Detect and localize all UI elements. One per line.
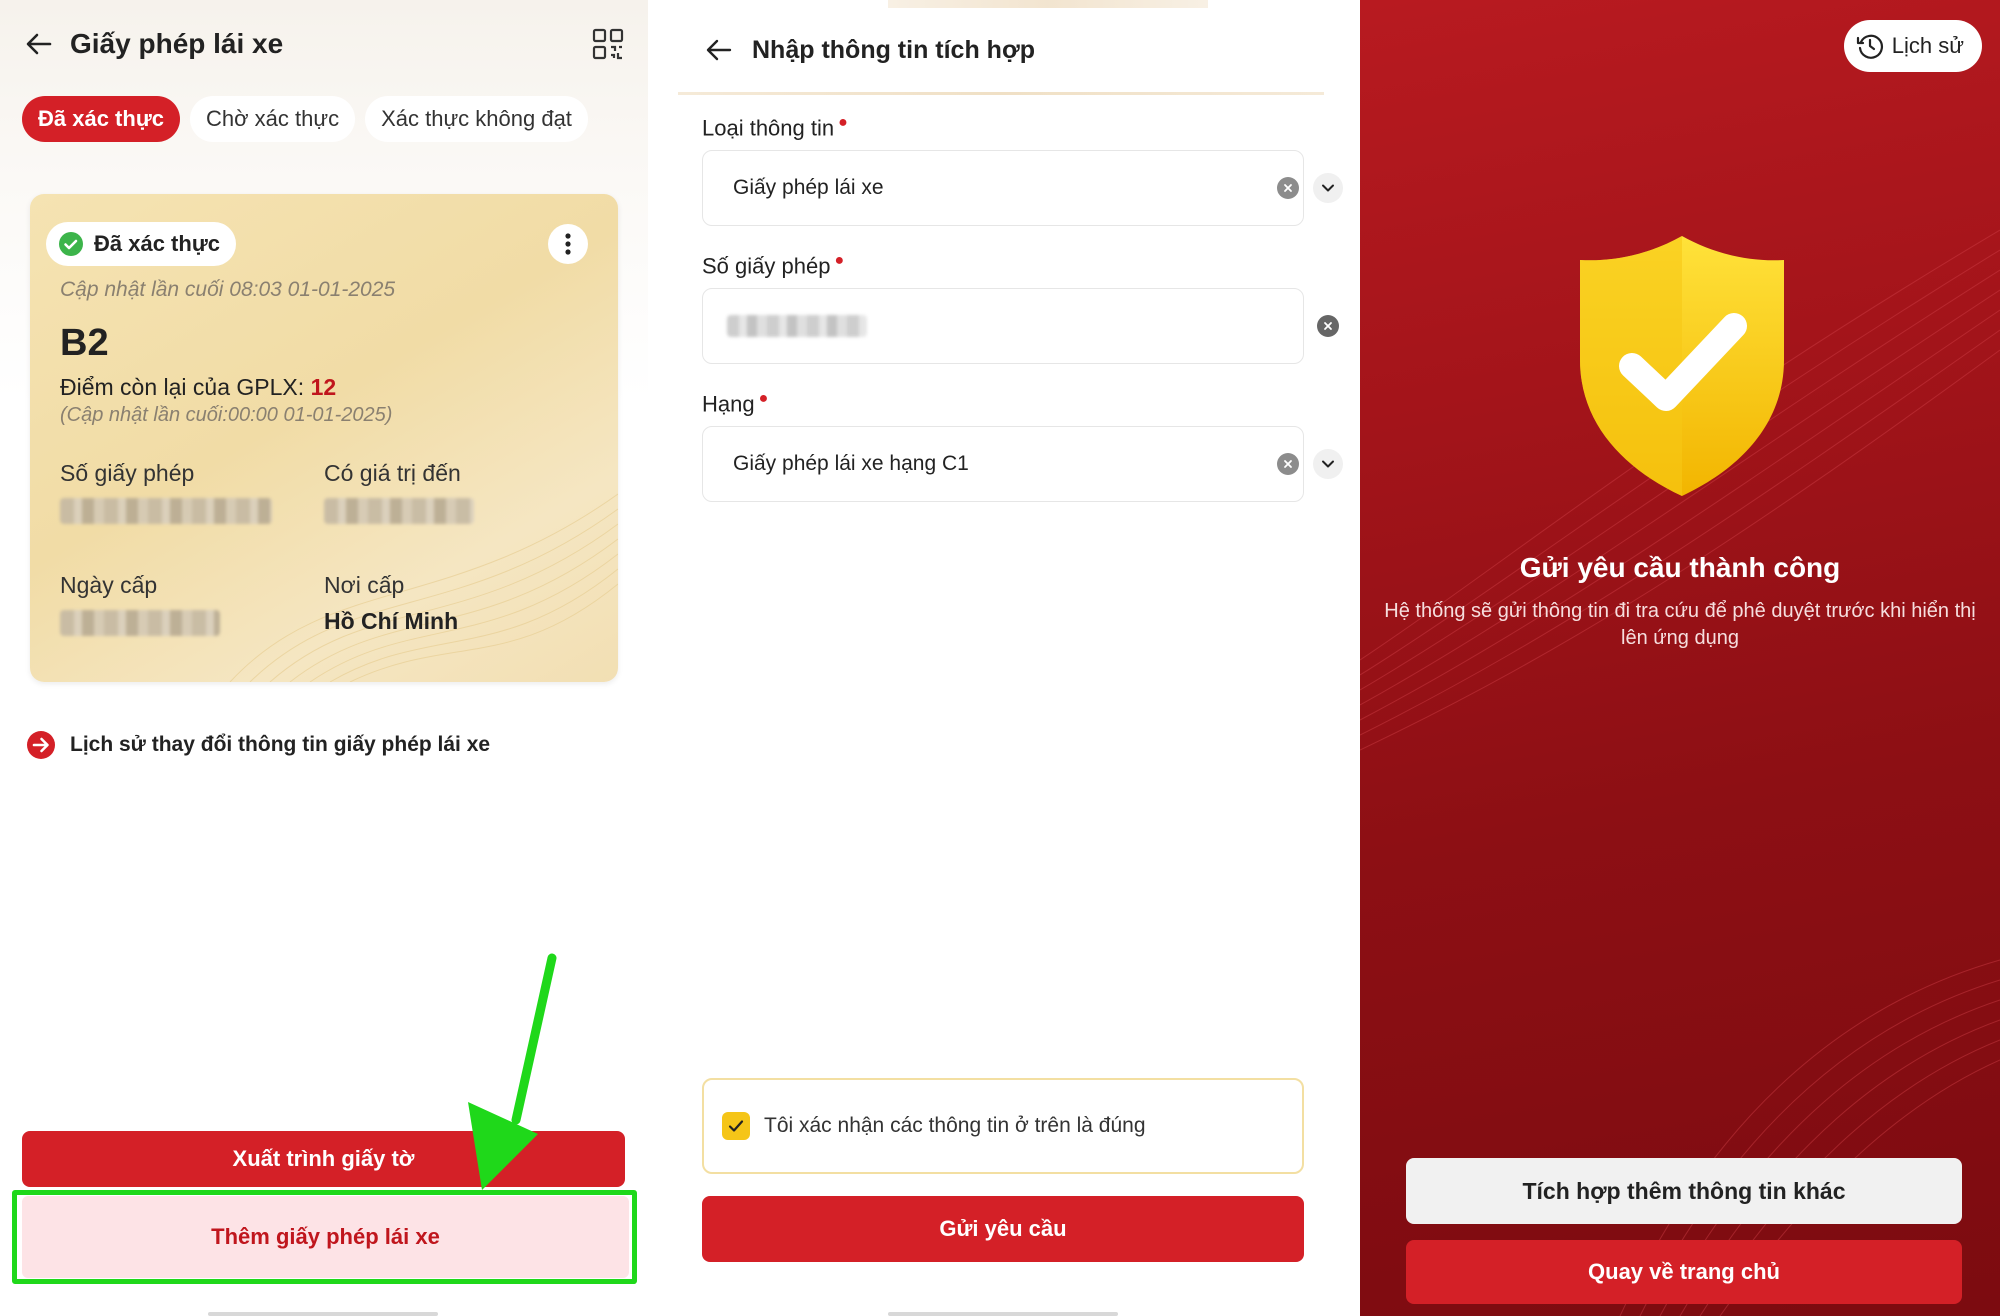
license-history-link[interactable]: Lịch sử thay đổi thông tin giấy phép lái…: [26, 730, 490, 760]
header-divider: [678, 92, 1324, 95]
integrate-more-button[interactable]: Tích hợp thêm thông tin khác: [1406, 1158, 1962, 1224]
shield-check-icon: [1580, 236, 1784, 496]
success-description: Hệ thống sẽ gửi thông tin đi tra cứu để …: [1384, 600, 1976, 649]
remaining-points-value: 12: [310, 374, 337, 400]
home-indicator: [888, 1312, 1118, 1316]
chevron-down-icon[interactable]: [1313, 449, 1343, 479]
arrow-right-circle-icon: [27, 731, 55, 759]
license-class: B2: [60, 322, 109, 364]
license-number-input[interactable]: [702, 288, 1339, 364]
valid-until-label: Có giá trị đến: [324, 460, 461, 486]
success-screen: Lịch sử Gửi yêu cầu thành công Hệ thống …: [1360, 0, 2000, 1316]
points-last-updated: (Cập nhật lần cuối:00:00 01-01-2025): [60, 404, 393, 426]
clear-icon[interactable]: [1277, 177, 1299, 199]
license-number-label: Số giấy phép ●: [702, 252, 845, 279]
class-label: Hạng ●: [702, 390, 769, 417]
status-tabs: Đã xác thực Chờ xác thực Xác thực không …: [22, 96, 588, 142]
back-arrow-icon[interactable]: [704, 35, 734, 65]
issue-place-label: Nơi cấp: [324, 572, 405, 598]
info-type-value: Giấy phép lái xe: [733, 176, 884, 199]
class-select[interactable]: Giấy phép lái xe hạng C1: [702, 426, 1343, 502]
status-badge-label: Đã xác thực: [94, 231, 220, 256]
integration-form-screen: Nhập thông tin tích hợp Loại thông tin ● …: [648, 0, 1360, 1316]
class-value: Giấy phép lái xe hạng C1: [733, 452, 969, 475]
page-title: Nhập thông tin tích hợp: [752, 35, 1035, 64]
page-title: Giấy phép lái xe: [70, 28, 284, 59]
clear-icon[interactable]: [1317, 315, 1339, 337]
issue-place-value: Hồ Chí Minh: [324, 608, 459, 634]
issue-date-label: Ngày cấp: [60, 572, 158, 598]
info-type-select[interactable]: Giấy phép lái xe: [702, 150, 1343, 226]
check-circle-icon: [59, 232, 83, 256]
header: Nhập thông tin tích hợp: [704, 30, 1035, 70]
background-wave-pattern: [1360, 229, 2000, 1316]
valid-until-redacted: [324, 498, 474, 524]
tab-failed[interactable]: Xác thực không đạt: [365, 96, 588, 142]
remaining-points-label: Điểm còn lại của GPLX:: [60, 374, 305, 400]
history-button-label: Lịch sử: [1891, 33, 1964, 58]
green-pointer-arrow-icon: [468, 953, 557, 1190]
license-number-redacted: [60, 498, 272, 524]
info-type-label: Loại thông tin ●: [702, 114, 848, 141]
license-number-label: Số giấy phép: [60, 460, 195, 486]
success-title: Gửi yêu cầu thành công: [1519, 552, 1841, 583]
top-decoration: [888, 0, 1208, 8]
header: Giấy phép lái xe: [24, 22, 624, 66]
go-home-button[interactable]: Quay về trang chủ: [1406, 1240, 1962, 1304]
submit-button[interactable]: Gửi yêu cầu: [702, 1196, 1304, 1262]
remaining-points: Điểm còn lại của GPLX: 12: [60, 374, 336, 401]
clear-icon[interactable]: [1277, 453, 1299, 475]
home-indicator: [208, 1312, 438, 1316]
history-clock-icon: [1856, 34, 1883, 59]
checkbox-checked-icon[interactable]: [722, 1112, 750, 1140]
confirm-checkbox-row[interactable]: Tôi xác nhận các thông tin ở trên là đún…: [702, 1078, 1304, 1174]
license-list-screen: Giấy phép lái xe Đã xác thực Chờ xác thự…: [0, 0, 648, 1316]
history-button[interactable]: Lịch sử: [1843, 20, 1982, 72]
confirm-text: Tôi xác nhận các thông tin ở trên là đún…: [764, 1114, 1146, 1137]
tab-verified[interactable]: Đã xác thực: [22, 96, 180, 142]
license-number-redacted: [727, 315, 867, 337]
status-badge: Đã xác thực: [46, 222, 236, 266]
highlight-annotation: [12, 1190, 637, 1284]
more-options-icon[interactable]: [548, 224, 588, 264]
card-last-updated: Cập nhật lần cuối 08:03 01-01-2025: [60, 278, 396, 301]
issue-date-redacted: [60, 610, 220, 636]
qr-code-icon[interactable]: [592, 28, 624, 60]
chevron-down-icon[interactable]: [1313, 173, 1343, 203]
tab-pending[interactable]: Chờ xác thực: [189, 96, 356, 142]
license-history-label: Lịch sử thay đổi thông tin giấy phép lái…: [70, 733, 491, 756]
license-card[interactable]: Đã xác thực Cập nhật lần cuối 08:03 01-0…: [30, 194, 618, 682]
back-arrow-icon[interactable]: [24, 29, 54, 59]
